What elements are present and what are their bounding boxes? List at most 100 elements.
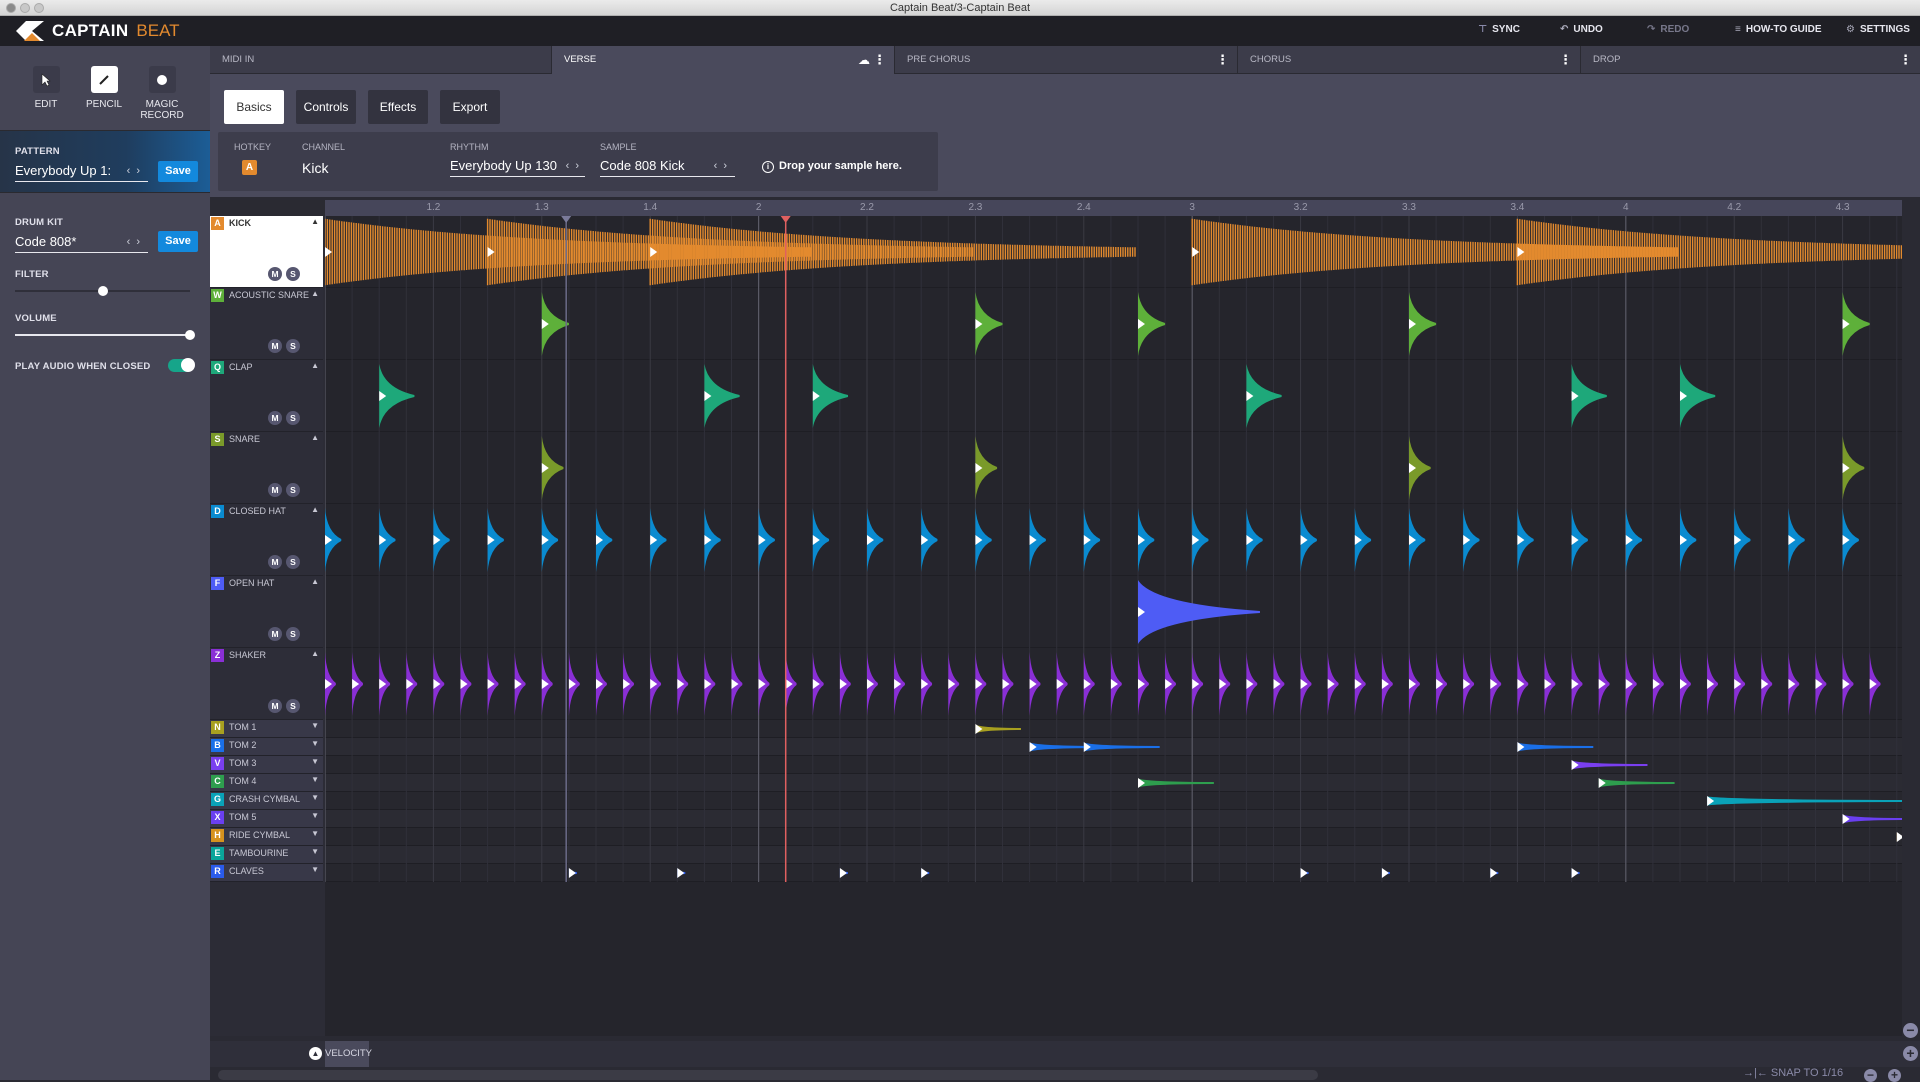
track-header-clap[interactable]: Q CLAP ▲ M S: [210, 360, 323, 432]
magic-record-tool-button[interactable]: MAGIC RECORD: [136, 66, 188, 121]
redo-button[interactable]: ↷ REDO: [1647, 24, 1689, 35]
expand-velocity-icon[interactable]: ▲: [309, 1047, 322, 1060]
expand-track-icon[interactable]: ▼: [311, 811, 319, 820]
undo-button[interactable]: ↶ UNDO: [1560, 24, 1603, 35]
step-grid-canvas[interactable]: [325, 216, 1902, 1036]
step-grid[interactable]: [325, 216, 1902, 1036]
expand-track-icon[interactable]: ▼: [311, 757, 319, 766]
mute-button[interactable]: M: [268, 267, 282, 281]
filter-slider[interactable]: [15, 286, 190, 296]
sample-prev-next-arrows[interactable]: ‹›: [714, 157, 733, 175]
track-header-crash-cymbal[interactable]: G CRASH CYMBAL ▼: [210, 792, 323, 810]
track-header-tom-5[interactable]: X TOM 5 ▼: [210, 810, 323, 828]
track-header-kick[interactable]: A KICK ▲ M S: [210, 216, 323, 288]
track-header-acoustic-snare[interactable]: W ACOUSTIC SNARE ▲ M S: [210, 288, 323, 360]
save-drum-kit-button[interactable]: Save: [158, 231, 198, 252]
section-tab-drop[interactable]: DROP ⋮: [1581, 46, 1920, 74]
pattern-prev-next-arrows[interactable]: ‹›: [127, 162, 146, 180]
pre-chorus-menu-icon[interactable]: ⋮: [1216, 46, 1229, 74]
track-header-tambourine[interactable]: E TAMBOURINE ▼: [210, 846, 323, 864]
mute-button[interactable]: M: [268, 483, 282, 497]
collapse-track-icon[interactable]: ▲: [311, 505, 319, 514]
pattern-select[interactable]: Everybody Up 1: ‹›: [15, 162, 148, 182]
collapse-track-icon[interactable]: ▲: [311, 361, 319, 370]
solo-button[interactable]: S: [286, 699, 300, 713]
section-tab-midi-in[interactable]: MIDI IN: [210, 46, 552, 74]
zoom-out-vertical-button[interactable]: −: [1903, 1023, 1918, 1038]
verse-menu-icon[interactable]: ⋮: [873, 46, 886, 74]
expand-track-icon[interactable]: ▼: [311, 721, 319, 730]
solo-button[interactable]: S: [286, 411, 300, 425]
collapse-track-icon[interactable]: ▲: [311, 433, 319, 442]
track-header-claves[interactable]: R CLAVES ▼: [210, 864, 323, 882]
track-header-ride-cymbal[interactable]: H RIDE CYMBAL ▼: [210, 828, 323, 846]
rhythm-select[interactable]: Everybody Up 130 ‹›: [450, 157, 585, 177]
tab-export[interactable]: Export: [440, 90, 500, 124]
tab-effects[interactable]: Effects: [368, 90, 428, 124]
solo-button[interactable]: S: [286, 483, 300, 497]
volume-slider[interactable]: [15, 330, 195, 340]
drop-sample-zone[interactable]: i Drop your sample here.: [762, 160, 902, 173]
zoom-in-horizontal-button[interactable]: +: [1888, 1069, 1901, 1082]
expand-track-icon[interactable]: ▼: [311, 775, 319, 784]
pencil-tool-button[interactable]: PENCIL: [78, 66, 130, 110]
rhythm-prev-next-arrows[interactable]: ‹›: [565, 157, 585, 175]
drum-kit-prev-next-arrows[interactable]: ‹›: [127, 233, 146, 251]
expand-track-icon[interactable]: ▼: [311, 793, 319, 802]
mute-button[interactable]: M: [268, 411, 282, 425]
solo-button[interactable]: S: [286, 339, 300, 353]
track-header-shaker[interactable]: Z SHAKER ▲ M S: [210, 648, 323, 720]
section-tab-pre-chorus[interactable]: PRE CHORUS ⋮: [895, 46, 1238, 74]
section-tab-chorus[interactable]: CHORUS ⋮: [1238, 46, 1581, 74]
track-header-open-hat[interactable]: F OPEN HAT ▲ M S: [210, 576, 323, 648]
zoom-out-horizontal-button[interactable]: −: [1864, 1069, 1877, 1082]
collapse-track-icon[interactable]: ▲: [311, 649, 319, 658]
track-header-tom-2[interactable]: B TOM 2 ▼: [210, 738, 323, 756]
chorus-menu-icon[interactable]: ⋮: [1559, 46, 1572, 74]
solo-button[interactable]: S: [286, 627, 300, 641]
track-header-tom-3[interactable]: V TOM 3 ▼: [210, 756, 323, 774]
filter-slider-knob[interactable]: [97, 286, 108, 296]
solo-button[interactable]: S: [286, 267, 300, 281]
solo-button[interactable]: S: [286, 555, 300, 569]
volume-slider-knob[interactable]: [185, 330, 195, 340]
channel-name[interactable]: Kick: [302, 160, 328, 176]
mute-button[interactable]: M: [268, 699, 282, 713]
play-audio-toggle[interactable]: [168, 358, 195, 372]
velocity-tab[interactable]: VELOCITY: [325, 1041, 372, 1067]
tab-controls[interactable]: Controls: [296, 90, 356, 124]
track-header-tom-1[interactable]: N TOM 1 ▼: [210, 720, 323, 738]
mute-button[interactable]: M: [268, 339, 282, 353]
how-to-guide-button[interactable]: ≡ HOW-TO GUIDE: [1735, 24, 1822, 35]
track-header-closed-hat[interactable]: D CLOSED HAT ▲ M S: [210, 504, 323, 576]
collapse-track-icon[interactable]: ▲: [311, 289, 319, 298]
save-pattern-button[interactable]: Save: [158, 161, 198, 182]
track-lane: [325, 792, 1902, 810]
track-header-snare[interactable]: S SNARE ▲ M S: [210, 432, 323, 504]
close-window-button[interactable]: [6, 3, 16, 13]
expand-track-icon[interactable]: ▼: [311, 829, 319, 838]
section-tab-verse[interactable]: VERSE ☁ ⋮: [552, 46, 895, 74]
mute-button[interactable]: M: [268, 627, 282, 641]
drum-kit-select[interactable]: Code 808* ‹›: [15, 233, 148, 253]
zoom-in-vertical-button[interactable]: +: [1903, 1046, 1918, 1061]
zoom-window-button[interactable]: [34, 3, 44, 13]
horizontal-scrollbar[interactable]: [218, 1070, 1318, 1080]
snap-setting[interactable]: →|← SNAP TO 1/16: [1743, 1067, 1843, 1080]
collapse-track-icon[interactable]: ▲: [311, 577, 319, 586]
expand-track-icon[interactable]: ▼: [311, 865, 319, 874]
mute-button[interactable]: M: [268, 555, 282, 569]
settings-button[interactable]: ⚙ SETTINGS: [1846, 24, 1910, 35]
tab-basics[interactable]: Basics: [224, 90, 284, 124]
timeline-ruler[interactable]: 1.2 1.3 1.4 2 2.2 2.3 2.4 3 3.2 3.3 3.4 4 4.2 4.3: [325, 200, 1902, 216]
collapse-track-icon[interactable]: ▲: [311, 217, 319, 226]
cloud-download-icon[interactable]: ☁: [858, 46, 870, 74]
expand-track-icon[interactable]: ▼: [311, 739, 319, 748]
minimize-window-button[interactable]: [20, 3, 30, 13]
track-header-tom-4[interactable]: C TOM 4 ▼: [210, 774, 323, 792]
edit-tool-button[interactable]: EDIT: [20, 66, 72, 110]
sync-button[interactable]: ⊤ SYNC: [1478, 24, 1520, 35]
sample-select[interactable]: Code 808 Kick ‹›: [600, 157, 735, 177]
expand-track-icon[interactable]: ▼: [311, 847, 319, 856]
drop-menu-icon[interactable]: ⋮: [1899, 46, 1912, 74]
